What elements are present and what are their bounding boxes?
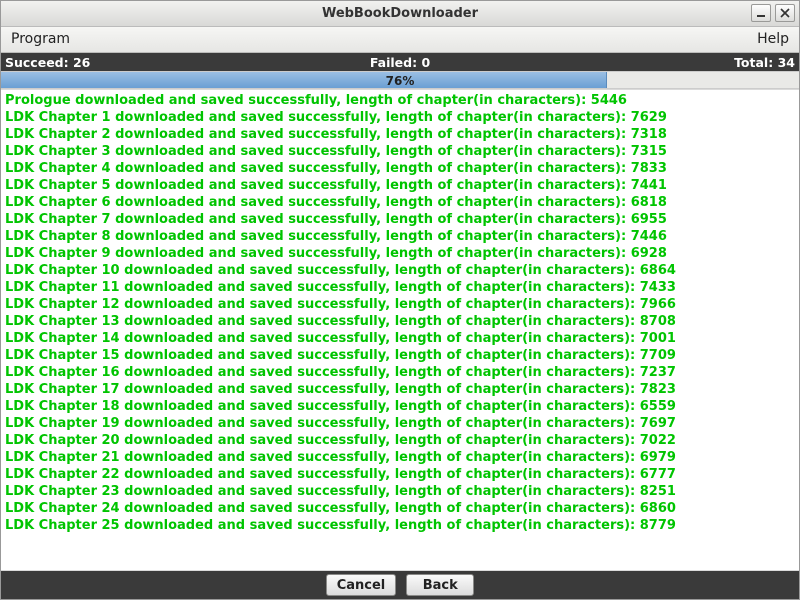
minimize-button[interactable] (751, 4, 771, 22)
log-line: LDK Chapter 11 downloaded and saved succ… (5, 279, 795, 296)
log-line: LDK Chapter 21 downloaded and saved succ… (5, 449, 795, 466)
cancel-button[interactable]: Cancel (326, 574, 397, 596)
bottom-bar: Cancel Back (1, 571, 799, 599)
log-line: LDK Chapter 7 downloaded and saved succe… (5, 211, 795, 228)
log-line: LDK Chapter 6 downloaded and saved succe… (5, 194, 795, 211)
log-output[interactable]: Prologue downloaded and saved successful… (1, 89, 799, 571)
close-button[interactable] (775, 4, 795, 22)
log-line: LDK Chapter 3 downloaded and saved succe… (5, 143, 795, 160)
menubar: Program Help (1, 27, 799, 53)
menubar-spacer (80, 27, 747, 52)
app-window: WebBookDownloader Program Help Succeed: … (0, 0, 800, 600)
log-line: LDK Chapter 23 downloaded and saved succ… (5, 483, 795, 500)
log-line: LDK Chapter 15 downloaded and saved succ… (5, 347, 795, 364)
close-icon (780, 8, 790, 18)
log-line: LDK Chapter 16 downloaded and saved succ… (5, 364, 795, 381)
status-succeed-label: Succeed: (5, 55, 69, 70)
status-failed-value: 0 (421, 55, 430, 70)
log-line: LDK Chapter 18 downloaded and saved succ… (5, 398, 795, 415)
log-line: LDK Chapter 19 downloaded and saved succ… (5, 415, 795, 432)
log-line: LDK Chapter 8 downloaded and saved succe… (5, 228, 795, 245)
log-line: LDK Chapter 4 downloaded and saved succe… (5, 160, 795, 177)
log-line: LDK Chapter 5 downloaded and saved succe… (5, 177, 795, 194)
window-title: WebBookDownloader (322, 6, 478, 21)
progress-bar: 76% (1, 71, 799, 89)
minimize-icon (756, 8, 766, 18)
log-line: LDK Chapter 10 downloaded and saved succ… (5, 262, 795, 279)
menu-program[interactable]: Program (1, 27, 80, 52)
status-failed: Failed: 0 (268, 55, 531, 70)
status-total-label: Total: (734, 55, 773, 70)
status-failed-label: Failed: (370, 55, 417, 70)
menu-help[interactable]: Help (747, 27, 799, 52)
log-line: LDK Chapter 13 downloaded and saved succ… (5, 313, 795, 330)
log-line: LDK Chapter 2 downloaded and saved succe… (5, 126, 795, 143)
back-button[interactable]: Back (406, 574, 474, 596)
log-line: LDK Chapter 22 downloaded and saved succ… (5, 466, 795, 483)
status-total-value: 34 (778, 55, 795, 70)
log-line: LDK Chapter 9 downloaded and saved succe… (5, 245, 795, 262)
log-line: LDK Chapter 14 downloaded and saved succ… (5, 330, 795, 347)
log-line: LDK Chapter 20 downloaded and saved succ… (5, 432, 795, 449)
progress-label: 76% (1, 72, 799, 88)
log-line: LDK Chapter 25 downloaded and saved succ… (5, 517, 795, 534)
status-bar: Succeed: 26 Failed: 0 Total: 34 (1, 53, 799, 71)
window-controls (751, 4, 795, 22)
status-succeed: Succeed: 26 (1, 55, 268, 70)
titlebar: WebBookDownloader (1, 1, 799, 27)
log-line: LDK Chapter 1 downloaded and saved succe… (5, 109, 795, 126)
log-line: Prologue downloaded and saved successful… (5, 92, 795, 109)
log-line: LDK Chapter 17 downloaded and saved succ… (5, 381, 795, 398)
log-line: LDK Chapter 24 downloaded and saved succ… (5, 500, 795, 517)
status-succeed-value: 26 (73, 55, 90, 70)
status-total: Total: 34 (532, 55, 799, 70)
log-line: LDK Chapter 12 downloaded and saved succ… (5, 296, 795, 313)
